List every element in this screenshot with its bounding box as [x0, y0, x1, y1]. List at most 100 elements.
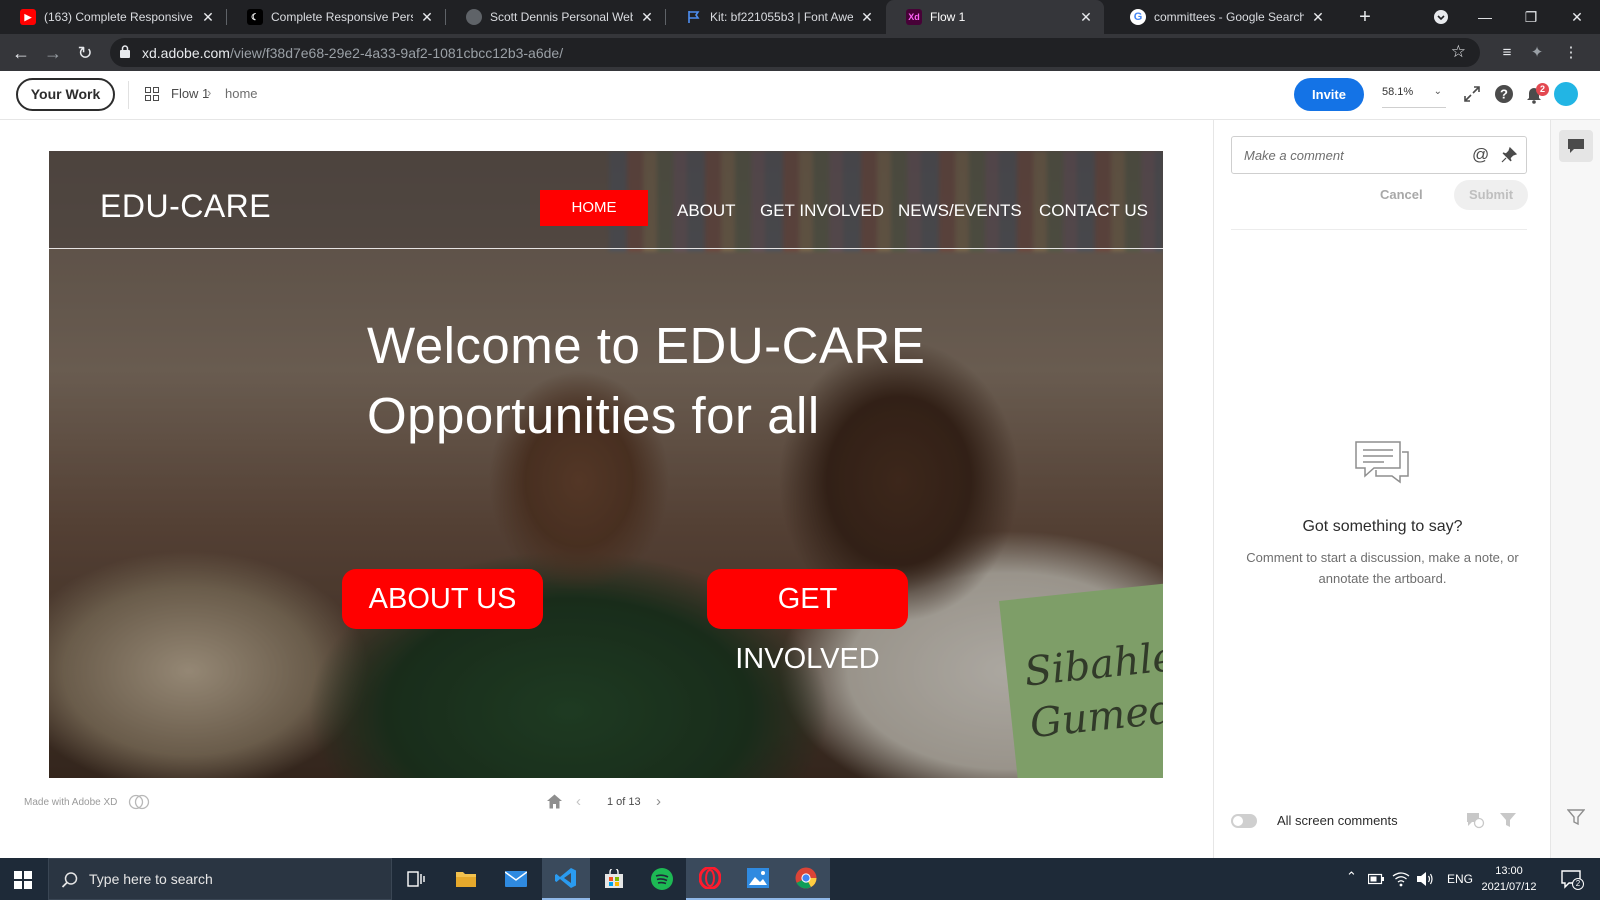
chevron-up-icon[interactable]: ⌃ — [1346, 869, 1357, 885]
photos-icon[interactable] — [734, 858, 782, 900]
url-text: xd.adobe.com/view/f38d7e68-29e2-4a33-9af… — [142, 45, 563, 61]
tab-title: Complete Responsive Persona — [271, 10, 413, 24]
home-icon[interactable] — [546, 793, 563, 810]
close-tab-icon[interactable]: ✕ — [1078, 9, 1094, 26]
close-tab-icon[interactable]: ✕ — [859, 9, 875, 26]
reload-button[interactable]: ↻ — [72, 40, 98, 66]
zoom-select[interactable]: 58.1% ⌄ — [1382, 86, 1446, 108]
vscode-icon[interactable] — [542, 858, 590, 900]
youtube-icon: ▶ — [20, 9, 36, 25]
filter-icon[interactable] — [1498, 811, 1518, 829]
close-tab-icon[interactable]: ✕ — [639, 9, 655, 26]
page-indicator: 1 of 13 — [607, 796, 641, 808]
chevron-right-icon: › — [207, 85, 212, 100]
google-icon: G — [1130, 9, 1146, 25]
submit-button[interactable]: Submit — [1454, 180, 1528, 210]
all-screen-comments-toggle[interactable] — [1231, 814, 1257, 828]
extension-icon[interactable]: ✦ — [1526, 42, 1548, 64]
nav-about[interactable]: ABOUT — [677, 201, 736, 221]
minimize-button[interactable]: — — [1462, 0, 1508, 34]
browser-tab-active[interactable]: Xd Flow 1 ✕ — [886, 0, 1104, 34]
opera-icon[interactable] — [686, 858, 734, 900]
clock-date: 2021/07/12 — [1481, 881, 1537, 893]
help-icon[interactable]: ? — [1494, 84, 1514, 104]
browser-tab[interactable]: Kit: bf221055b3 | Font Aweson ✕ — [666, 0, 885, 34]
filter-icon[interactable] — [1567, 808, 1585, 826]
nav-get-involved[interactable]: GET INVOLVED — [760, 201, 884, 221]
invite-button[interactable]: Invite — [1294, 78, 1364, 111]
mention-icon[interactable]: @ — [1472, 145, 1489, 165]
site-logo[interactable]: EDU-CARE — [100, 188, 271, 225]
tab-title: Flow 1 — [930, 10, 966, 24]
browser-tab[interactable]: ▶ (163) Complete Responsive Pe ✕ — [0, 0, 226, 34]
tab-search-icon[interactable] — [1418, 0, 1464, 34]
forward-button[interactable]: → — [40, 40, 66, 66]
language-indicator[interactable]: ENG — [1447, 872, 1473, 886]
url-bar[interactable]: xd.adobe.com/view/f38d7e68-29e2-4a33-9af… — [110, 38, 1480, 67]
nav-contact-us[interactable]: CONTACT US — [1039, 201, 1148, 221]
lock-icon — [120, 45, 130, 58]
browser-tab[interactable]: ☾ Complete Responsive Persona ✕ — [227, 0, 445, 34]
comment-icon — [1568, 139, 1584, 153]
about-us-button[interactable]: ABOUT US — [342, 569, 543, 629]
browser-tab[interactable]: G committees - Google Search ✕ — [1110, 0, 1336, 34]
artboard-home[interactable]: Sibahle Gumede EDU-CARE HOME ABOUT GET I… — [49, 151, 1163, 778]
bookmark-star-icon[interactable]: ☆ — [1451, 42, 1466, 62]
store-icon[interactable] — [590, 858, 638, 900]
close-tab-icon[interactable]: ✕ — [1310, 9, 1326, 26]
action-center-icon[interactable]: 2 — [1560, 868, 1584, 890]
hero-subheadline: Opportunities for all — [367, 387, 820, 444]
adobe-xd-icon: Xd — [906, 9, 922, 25]
breadcrumb-screen[interactable]: home — [225, 86, 258, 101]
taskbar-search-box[interactable]: Type here to search — [48, 858, 392, 900]
next-screen-button[interactable]: › — [656, 793, 661, 810]
your-work-button[interactable]: Your Work — [16, 78, 115, 111]
battery-icon[interactable] — [1368, 873, 1384, 885]
wifi-icon[interactable] — [1392, 871, 1410, 887]
get-involved-button[interactable]: GET INVOLVED — [707, 569, 908, 675]
close-tab-icon[interactable]: ✕ — [200, 9, 216, 26]
globe-icon — [466, 9, 482, 25]
url-path: /view/f38d7e68-29e2-4a33-9af2-1081cbcc12… — [229, 45, 564, 61]
flag-icon — [686, 9, 702, 25]
nav-news-events[interactable]: NEWS/EVENTS — [898, 201, 1022, 221]
volume-icon[interactable] — [1416, 871, 1434, 887]
chrome-icon[interactable] — [782, 858, 830, 900]
back-button[interactable]: ← — [8, 40, 34, 66]
creative-cloud-icon — [128, 794, 150, 810]
restore-button[interactable]: ❐ — [1508, 0, 1554, 34]
search-placeholder: Type here to search — [89, 871, 213, 887]
all-screen-comments-label: All screen comments — [1277, 813, 1398, 828]
comments-toggle-button[interactable] — [1559, 130, 1593, 162]
close-window-button[interactable]: ✕ — [1554, 0, 1600, 34]
media-controls-icon[interactable]: ≡ — [1496, 42, 1518, 64]
mail-icon[interactable] — [492, 858, 540, 900]
new-tab-button[interactable]: + — [1352, 4, 1378, 30]
tab-title: Scott Dennis Personal Website — [490, 10, 633, 24]
browser-tab-strip: ▶ (163) Complete Responsive Pe ✕ ☾ Compl… — [0, 0, 1600, 34]
zoom-value: 58.1% — [1382, 86, 1414, 98]
grid-view-icon[interactable] — [145, 87, 159, 101]
avatar[interactable] — [1554, 82, 1578, 106]
fullscreen-icon[interactable] — [1462, 84, 1482, 104]
comment-input[interactable]: Make a comment @ — [1231, 136, 1527, 174]
tab-title: (163) Complete Responsive Pe — [44, 10, 194, 24]
hide-comments-icon[interactable] — [1465, 811, 1485, 829]
code-icon: ☾ — [247, 9, 263, 25]
windows-start-icon[interactable] — [14, 871, 32, 889]
file-explorer-icon[interactable] — [442, 858, 490, 900]
task-view-icon[interactable] — [392, 858, 440, 900]
spotify-icon[interactable] — [638, 858, 686, 900]
tab-title: committees - Google Search — [1154, 10, 1304, 24]
browser-menu-icon[interactable]: ⋮ — [1560, 42, 1582, 64]
close-tab-icon[interactable]: ✕ — [419, 9, 435, 26]
cancel-button[interactable]: Cancel — [1380, 187, 1423, 202]
windows-taskbar: Type here to search ⌃ ENG 13:00 2021/07/… — [0, 858, 1600, 900]
browser-tab[interactable]: Scott Dennis Personal Website ✕ — [446, 0, 665, 34]
previous-screen-button[interactable]: ‹ — [576, 793, 581, 810]
breadcrumb-flow[interactable]: Flow 1 — [171, 86, 209, 101]
address-bar: ← → ↻ xd.adobe.com/view/f38d7e68-29e2-4a… — [0, 34, 1600, 71]
system-clock[interactable]: 13:00 2021/07/12 — [1474, 863, 1544, 895]
pin-icon[interactable] — [1500, 146, 1518, 164]
nav-home[interactable]: HOME — [540, 190, 648, 226]
